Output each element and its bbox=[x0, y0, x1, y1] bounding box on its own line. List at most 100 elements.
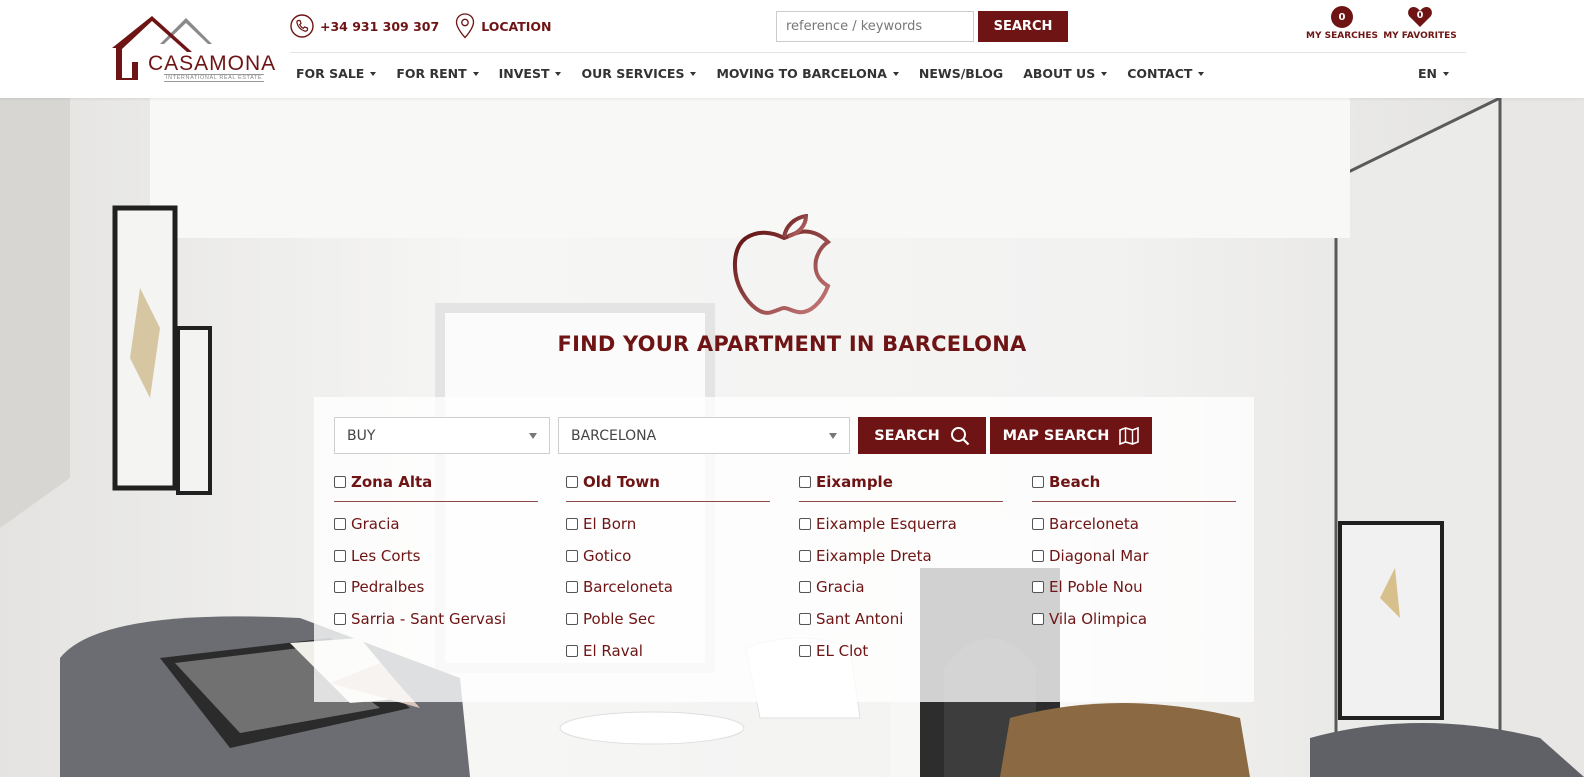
area-option[interactable]: Pedralbes bbox=[334, 571, 538, 603]
area-option[interactable]: Les Corts bbox=[334, 540, 538, 572]
map-search-button[interactable]: MAP SEARCH bbox=[990, 417, 1152, 454]
checkbox[interactable] bbox=[799, 476, 811, 488]
checkbox[interactable] bbox=[1032, 549, 1044, 562]
nav-label: CONTACT bbox=[1127, 66, 1193, 81]
my-searches-label: MY SEARCHES bbox=[1306, 31, 1378, 41]
logo-text: CASAMONA bbox=[148, 52, 277, 75]
area-label: Poble Sec bbox=[583, 609, 656, 628]
checkbox[interactable] bbox=[799, 581, 811, 594]
keyword-search-input[interactable] bbox=[776, 11, 974, 42]
area-option[interactable]: Sarria - Sant Gervasi bbox=[334, 603, 538, 635]
zone-checkbox-beach[interactable]: Beach bbox=[1032, 472, 1236, 502]
checkbox[interactable] bbox=[566, 612, 578, 625]
checkbox[interactable] bbox=[566, 644, 578, 657]
area-option[interactable]: EL Clot bbox=[799, 635, 1003, 667]
top-search: SEARCH bbox=[776, 11, 1068, 42]
area-option[interactable]: Eixample Dreta bbox=[799, 540, 1003, 572]
area-option[interactable]: Gotico bbox=[566, 540, 770, 572]
area-option[interactable]: Eixample Esquerra bbox=[799, 508, 1003, 540]
checkbox[interactable] bbox=[1032, 517, 1044, 530]
area-option[interactable]: Sant Antoni bbox=[799, 603, 1003, 635]
checkbox[interactable] bbox=[334, 476, 346, 488]
zone-checkbox-old-town[interactable]: Old Town bbox=[566, 472, 770, 502]
area-label: Vila Olimpica bbox=[1049, 609, 1148, 628]
area-label: Barceloneta bbox=[1049, 514, 1139, 533]
user-links: 0 MY SEARCHES 0 MY FAVORITES bbox=[1306, 6, 1457, 41]
checkbox[interactable] bbox=[566, 549, 578, 562]
operation-value: BUY bbox=[347, 427, 376, 444]
zone-column-eixample: Eixample Eixample Esquerra Eixample Dret… bbox=[799, 472, 1003, 666]
checkbox[interactable] bbox=[1032, 476, 1044, 488]
language-selector[interactable]: EN bbox=[1418, 66, 1450, 81]
city-select[interactable]: BARCELONA bbox=[558, 417, 850, 454]
checkbox[interactable] bbox=[1032, 581, 1044, 594]
checkbox[interactable] bbox=[799, 644, 811, 657]
checkbox[interactable] bbox=[799, 517, 811, 530]
area-label: Eixample Esquerra bbox=[816, 514, 957, 533]
area-option[interactable]: Diagonal Mar bbox=[1032, 540, 1236, 572]
phone-icon bbox=[290, 14, 314, 38]
zone-checkbox-eixample[interactable]: Eixample bbox=[799, 472, 1003, 502]
area-label: Sant Antoni bbox=[816, 609, 904, 628]
nav-moving-to-barcelona[interactable]: MOVING TO BARCELONA bbox=[716, 66, 899, 81]
checkbox[interactable] bbox=[334, 612, 346, 625]
search-panel: BUY BARCELONA SEARCH MAP SEARCH Zona Alt… bbox=[314, 397, 1254, 702]
area-option[interactable]: Barceloneta bbox=[1032, 508, 1236, 540]
logo[interactable]: CASAMONA INTERNATIONAL REAL ESTATE bbox=[112, 14, 277, 84]
nav-for-sale[interactable]: FOR SALE bbox=[296, 66, 377, 81]
area-option[interactable]: Vila Olimpica bbox=[1032, 603, 1236, 635]
area-label: El Born bbox=[583, 514, 637, 533]
caret-down-icon bbox=[370, 71, 377, 76]
searches-count-badge: 0 bbox=[1331, 6, 1353, 28]
nav-label: ABOUT US bbox=[1023, 66, 1096, 81]
checkbox[interactable] bbox=[566, 581, 578, 594]
area-option[interactable]: Gracia bbox=[334, 508, 538, 540]
logo-subtext: INTERNATIONAL REAL ESTATE bbox=[164, 74, 265, 82]
location-link[interactable]: LOCATION bbox=[455, 13, 552, 39]
nav-about-us[interactable]: ABOUT US bbox=[1023, 66, 1108, 81]
dropdown-arrow-icon bbox=[529, 432, 537, 439]
nav-label: OUR SERVICES bbox=[581, 66, 685, 81]
area-option[interactable]: Poble Sec bbox=[566, 603, 770, 635]
caret-down-icon bbox=[555, 71, 562, 76]
checkbox[interactable] bbox=[334, 517, 346, 530]
my-favorites-link[interactable]: 0 MY FAVORITES bbox=[1383, 6, 1457, 41]
checkbox[interactable] bbox=[566, 517, 578, 530]
dropdown-arrow-icon bbox=[829, 432, 837, 439]
checkbox[interactable] bbox=[566, 476, 578, 488]
area-label: Pedralbes bbox=[351, 578, 425, 597]
area-label: Sarria - Sant Gervasi bbox=[351, 609, 507, 628]
my-searches-link[interactable]: 0 MY SEARCHES bbox=[1306, 6, 1378, 41]
nav-invest[interactable]: INVEST bbox=[499, 66, 562, 81]
checkbox[interactable] bbox=[1032, 612, 1044, 625]
area-label: El Raval bbox=[583, 641, 643, 660]
area-option[interactable]: Barceloneta bbox=[566, 571, 770, 603]
area-option[interactable]: El Born bbox=[566, 508, 770, 540]
area-option[interactable]: Gracia bbox=[799, 571, 1003, 603]
zone-name: Zona Alta bbox=[351, 473, 433, 491]
checkbox[interactable] bbox=[334, 549, 346, 562]
phone-number: +34 931 309 307 bbox=[320, 18, 440, 34]
phone-link[interactable]: +34 931 309 307 bbox=[290, 14, 439, 38]
area-label: El Poble Nou bbox=[1049, 578, 1143, 597]
nav-for-rent[interactable]: FOR RENT bbox=[396, 66, 479, 81]
checkbox[interactable] bbox=[799, 549, 811, 562]
location-label: LOCATION bbox=[481, 18, 552, 34]
caret-down-icon bbox=[1198, 71, 1205, 76]
area-label: Gracia bbox=[816, 578, 865, 597]
zone-checkbox-zona-alta[interactable]: Zona Alta bbox=[334, 472, 538, 502]
contact-row: +34 931 309 307 LOCATION bbox=[290, 12, 552, 40]
search-button[interactable]: SEARCH bbox=[858, 417, 986, 454]
checkbox[interactable] bbox=[799, 612, 811, 625]
area-option[interactable]: El Poble Nou bbox=[1032, 571, 1236, 603]
nav-news-blog[interactable]: NEWS/BLOG bbox=[919, 66, 1003, 81]
search-icon bbox=[950, 426, 970, 445]
favorites-count: 0 bbox=[1416, 10, 1424, 21]
operation-select[interactable]: BUY bbox=[334, 417, 550, 454]
nav-contact[interactable]: CONTACT bbox=[1127, 66, 1205, 81]
nav-label: FOR RENT bbox=[396, 66, 467, 81]
area-option[interactable]: El Raval bbox=[566, 635, 770, 667]
checkbox[interactable] bbox=[334, 581, 346, 594]
top-search-button[interactable]: SEARCH bbox=[978, 11, 1068, 42]
nav-our-services[interactable]: OUR SERVICES bbox=[581, 66, 697, 81]
